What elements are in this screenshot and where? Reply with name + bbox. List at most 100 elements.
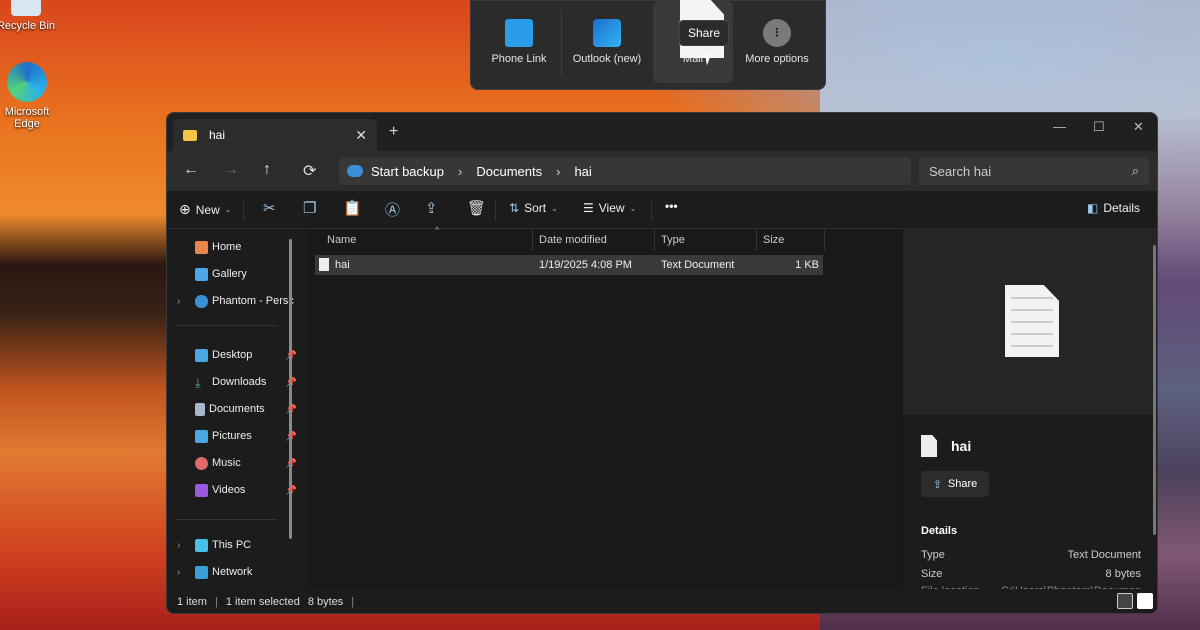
onedrive-cloud-icon <box>195 294 208 308</box>
nav-item-network[interactable]: › Network <box>177 562 295 582</box>
downloads-icon: ⤓ <box>195 374 201 390</box>
nav-item-this-pc[interactable]: › This PC <box>177 535 295 555</box>
nav-pane-scrollbar[interactable] <box>289 239 292 539</box>
breadcrumb-documents[interactable]: Documents <box>476 164 542 179</box>
cut-icon[interactable]: ✂ <box>263 199 276 217</box>
navigation-bar: ← → ↑ ⟳ Start backup › Documents › hai S… <box>167 151 1157 191</box>
up-button[interactable]: ↑ <box>263 161 271 179</box>
nav-item-label: Phantom - Persc <box>212 295 294 307</box>
music-icon <box>195 456 208 470</box>
new-label: New <box>195 202 220 217</box>
preview-area <box>903 229 1157 415</box>
file-row[interactable]: hai 1/19/2025 4:08 PM Text Document 1 KB <box>315 255 823 275</box>
share-app-phone-link[interactable]: Phone Link <box>479 1 559 83</box>
nav-item-onedrive[interactable]: › Phantom - Persc <box>177 291 295 311</box>
share-label: Share <box>947 478 978 490</box>
maximize-button[interactable]: ☐ <box>1093 119 1105 135</box>
preview-share-button[interactable]: ⇪ Share <box>921 471 989 497</box>
column-header-name[interactable]: Name ^ <box>321 225 533 251</box>
chevron-right-icon[interactable]: › <box>458 164 462 179</box>
details-pane-scrollbar[interactable] <box>1153 245 1156 535</box>
refresh-button[interactable]: ⟳ <box>303 161 316 181</box>
chevron-right-icon[interactable]: › <box>177 540 180 551</box>
share-flyout: Phone Link Outlook (new) Mail ⋮ More opt… <box>470 0 826 90</box>
preview-file-name: hai <box>921 435 971 457</box>
sort-ascending-icon: ^ <box>435 225 440 235</box>
large-icons-view-button[interactable] <box>1137 593 1153 609</box>
share-app-outlook[interactable]: Outlook (new) <box>567 1 647 83</box>
column-header-date-modified[interactable]: Date modified <box>533 229 655 251</box>
sort-button[interactable]: ⇅ Sort ⌄ <box>509 201 558 215</box>
folder-icon <box>183 129 197 141</box>
text-file-icon <box>319 258 329 271</box>
tab-hai[interactable]: hai ✕ <box>173 119 377 151</box>
details-heading: Details <box>921 525 958 537</box>
desktop-icon-label: Recycle Bin <box>0 20 56 32</box>
nav-item-downloads[interactable]: ⤓Downloads📌 <box>195 372 297 392</box>
column-header-size[interactable]: Size <box>757 229 825 251</box>
search-input[interactable]: Search hai ⌕ <box>919 157 1149 185</box>
nav-item-pictures[interactable]: Pictures📌 <box>195 426 297 446</box>
breadcrumb-start-backup[interactable]: Start backup <box>371 164 444 179</box>
nav-item-gallery[interactable]: Gallery <box>195 264 295 284</box>
divider <box>561 9 562 75</box>
new-button[interactable]: ⊕ New ⌄ <box>179 201 231 218</box>
nav-item-label: Downloads <box>212 376 267 388</box>
breadcrumb-hai[interactable]: hai <box>574 164 591 179</box>
column-label: Name <box>327 234 357 246</box>
property-type: Type Text Document <box>921 549 1141 561</box>
document-preview-icon <box>1005 285 1059 357</box>
selected-count: 1 item selected <box>225 596 300 608</box>
share-app-more-options[interactable]: ⋮ More options <box>737 1 817 83</box>
close-tab-icon[interactable]: ✕ <box>355 127 367 144</box>
chevron-right-icon[interactable]: › <box>177 296 180 307</box>
desktop-icon-edge[interactable]: Microsoft Edge <box>0 62 58 130</box>
status-bar: 1 item | 1 item selected 8 bytes | <box>167 589 1157 613</box>
desktop-icon-recycle-bin[interactable]: Recycle Bin <box>0 0 56 32</box>
column-label: Date modified <box>539 234 607 246</box>
view-icon: ☰ <box>583 201 594 215</box>
nav-item-videos[interactable]: Videos📌 <box>195 480 297 500</box>
text-file-icon <box>921 435 937 457</box>
details-view-button[interactable] <box>1117 593 1133 609</box>
back-button[interactable]: ← <box>183 161 199 179</box>
paste-icon[interactable]: 📋 <box>343 199 362 217</box>
plus-circle-icon: ⊕ <box>179 201 191 217</box>
delete-icon[interactable]: 🗑 <box>467 199 486 217</box>
preview-name-text: hai <box>951 438 972 454</box>
forward-button[interactable]: → <box>223 161 239 179</box>
nav-item-desktop[interactable]: Desktop📌 <box>195 345 297 365</box>
share-app-label: More options <box>745 53 809 65</box>
address-bar[interactable]: Start backup › Documents › hai <box>339 157 911 185</box>
chevron-down-icon: ⌄ <box>629 203 637 213</box>
copy-icon[interactable]: ❐ <box>303 199 316 217</box>
chevron-right-icon[interactable]: › <box>556 164 560 179</box>
column-label: Type <box>661 234 685 246</box>
nav-item-label: Videos <box>212 484 246 496</box>
column-header-type[interactable]: Type <box>655 229 757 251</box>
share-icon: ⇪ <box>932 478 942 491</box>
file-date-modified: 1/19/2025 4:08 PM <box>539 259 632 271</box>
view-button[interactable]: ☰ View ⌄ <box>583 201 636 215</box>
chevron-right-icon[interactable]: › <box>177 567 180 578</box>
chevron-down-icon: ⌄ <box>551 203 558 213</box>
close-window-button[interactable]: ✕ <box>1133 119 1144 135</box>
details-pane: hai ⇪ Share Details Type Text Document Si… <box>903 229 1157 591</box>
share-icon[interactable]: ⇪ <box>425 199 438 217</box>
nav-item-documents[interactable]: Documents📌 <box>195 399 297 419</box>
outlook-icon <box>593 19 621 47</box>
minimize-button[interactable]: — <box>1053 119 1066 134</box>
nav-item-music[interactable]: Music📌 <box>195 453 297 473</box>
divider: | <box>351 596 355 608</box>
nav-item-label: Home <box>212 241 242 253</box>
nav-item-home[interactable]: Home <box>195 237 295 257</box>
rename-icon[interactable]: Ⓐ <box>385 199 400 220</box>
details-pane-button[interactable]: ◧ Details <box>1087 201 1140 215</box>
more-options-button[interactable]: ••• <box>665 199 678 213</box>
search-icon: ⌕ <box>1131 163 1139 178</box>
property-size: Size 8 bytes <box>921 568 1141 580</box>
new-tab-button[interactable]: + <box>389 123 398 141</box>
item-count: 1 item <box>177 596 207 608</box>
selected-size: 8 bytes <box>307 596 344 608</box>
desktop-icon <box>195 348 208 362</box>
